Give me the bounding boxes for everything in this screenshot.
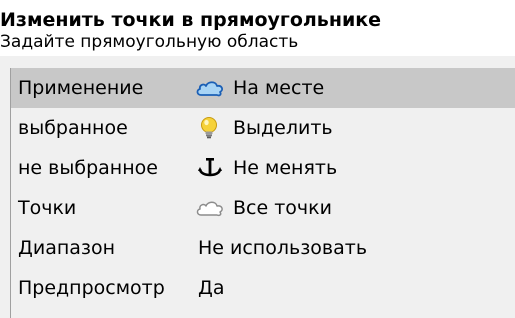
property-value-text: На месте (233, 77, 325, 99)
property-value[interactable]: Выделить (195, 108, 333, 148)
cloud-outline-icon (195, 196, 225, 220)
panel-title: Изменить точки в прямоугольнике (0, 9, 382, 31)
property-value-text: Не менять (233, 157, 338, 179)
property-row-not-selected[interactable]: не выбранное Не менять (11, 148, 515, 188)
property-value[interactable]: Да (198, 268, 225, 308)
property-row-application[interactable]: Применение На месте (11, 68, 515, 108)
property-value[interactable]: На месте (195, 68, 324, 108)
property-label: выбранное (18, 117, 128, 139)
property-row-range[interactable]: Диапазон Не использовать (11, 228, 515, 268)
property-value[interactable]: Все точки (195, 188, 332, 228)
property-row-selected[interactable]: выбранное Выделить (11, 108, 515, 148)
lightbulb-icon (195, 116, 225, 140)
property-value-text: Не использовать (198, 237, 368, 259)
panel-header: Изменить точки в прямоугольнике Задайте … (0, 0, 515, 56)
property-label: не выбранное (18, 157, 158, 179)
property-value[interactable]: Не менять (195, 148, 337, 188)
property-label: Диапазон (18, 237, 116, 259)
property-label: Точки (18, 197, 77, 219)
property-row-preview[interactable]: Предпросмотр Да (11, 268, 515, 308)
cloud-blue-icon (195, 76, 225, 100)
anchor-icon (195, 156, 225, 180)
property-value-text: Да (198, 277, 225, 299)
property-row-points[interactable]: Точки Все точки (11, 188, 515, 228)
property-value[interactable]: Не использовать (198, 228, 367, 268)
property-label: Предпросмотр (18, 277, 165, 299)
panel-subtitle: Задайте прямоугольную область (0, 32, 299, 52)
property-label: Применение (18, 77, 144, 99)
property-grid: Применение На месте выбранное Выделить н… (10, 68, 515, 318)
property-value-text: Выделить (233, 117, 333, 139)
property-value-text: Все точки (233, 197, 332, 219)
property-panel: Изменить точки в прямоугольнике Задайте … (0, 0, 515, 318)
